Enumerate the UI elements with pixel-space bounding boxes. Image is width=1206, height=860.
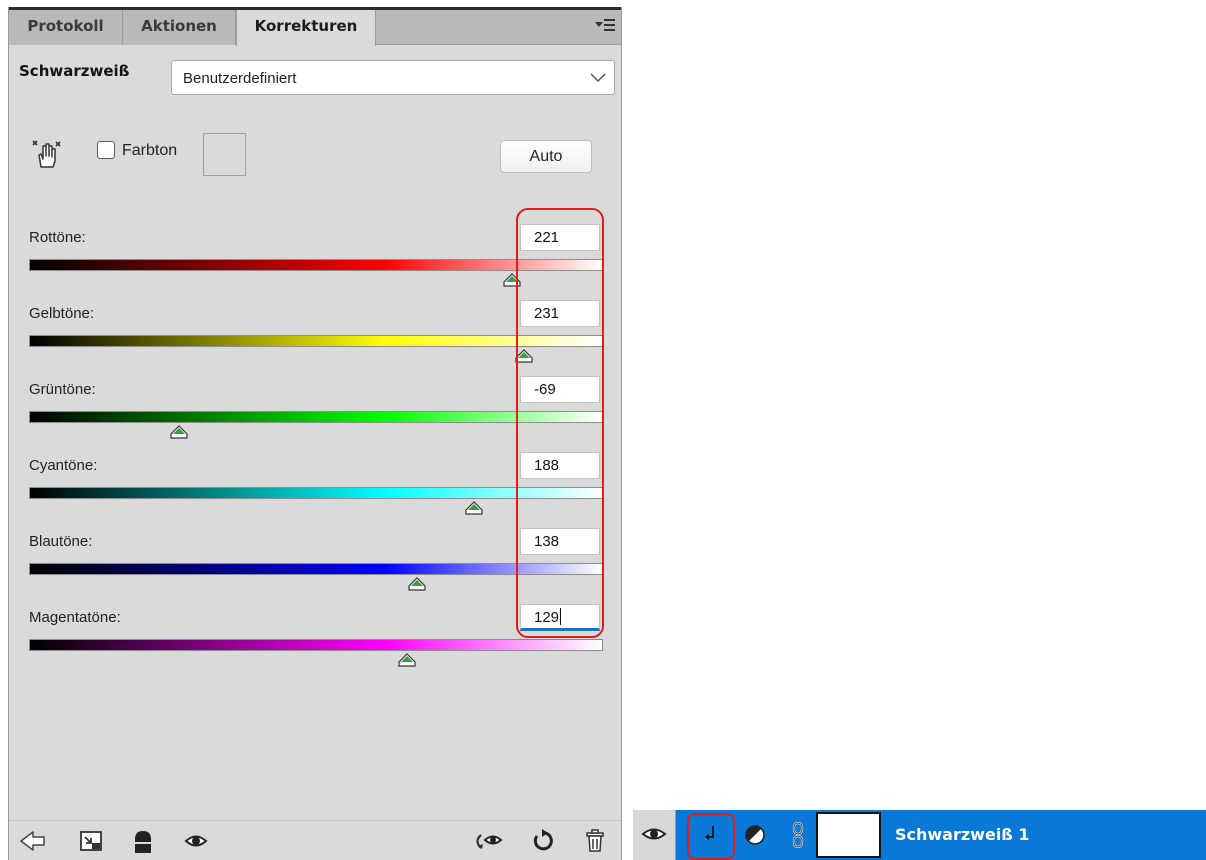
slider-label: Rottöne: <box>29 229 86 246</box>
value-fields-highlight <box>516 208 604 638</box>
layer-row[interactable]: Schwarzweiß 1 <box>633 810 1206 860</box>
chevron-down-icon <box>590 73 606 83</box>
tab-korrekturen[interactable]: Korrekturen <box>236 10 376 46</box>
preset-value: Benutzerdefiniert <box>183 70 297 87</box>
tint-checkbox[interactable] <box>97 141 115 159</box>
slider-label: Blautöne: <box>29 533 93 550</box>
clipping-indicator-highlight <box>687 813 735 860</box>
layer-visibility-toggle[interactable] <box>633 810 676 860</box>
slider-thumb[interactable] <box>398 653 416 667</box>
clip-to-layer-back-icon[interactable] <box>17 829 47 853</box>
adjustment-layer-icon <box>745 825 765 845</box>
panel-menu-icon[interactable] <box>595 16 617 36</box>
layer-name[interactable]: Schwarzweiß 1 <box>895 825 1030 844</box>
panel-tab-bar: Protokoll Aktionen Korrekturen <box>9 7 621 46</box>
mask-icon[interactable] <box>131 829 155 855</box>
slider-thumb[interactable] <box>170 425 188 439</box>
tint-label: Farbton <box>122 142 178 159</box>
slider-track[interactable] <box>29 639 603 651</box>
tab-aktionen[interactable]: Aktionen <box>123 10 236 45</box>
layer-mask-thumbnail[interactable] <box>816 812 881 858</box>
preset-dropdown[interactable]: Benutzerdefiniert <box>171 60 615 95</box>
adjustment-title: Schwarzweiß <box>19 62 130 80</box>
auto-button[interactable]: Auto <box>500 140 592 173</box>
slider-thumb[interactable] <box>408 577 426 591</box>
layer-view-icon[interactable] <box>79 829 105 853</box>
slider-thumb[interactable] <box>465 501 484 515</box>
visibility-eye-icon[interactable] <box>184 832 208 850</box>
targeted-adjustment-hand-icon[interactable] <box>29 137 65 173</box>
slider-label: Gelbtöne: <box>29 305 95 322</box>
trash-icon[interactable] <box>584 829 606 853</box>
tab-protokoll[interactable]: Protokoll <box>9 10 123 45</box>
previous-state-icon[interactable] <box>471 829 503 853</box>
slider-label: Magentatöne: <box>29 609 121 626</box>
tint-color-swatch[interactable] <box>203 133 246 176</box>
slider-label: Cyantöne: <box>29 457 98 474</box>
slider-label: Grüntöne: <box>29 381 96 398</box>
reset-icon[interactable] <box>531 829 555 853</box>
adjustments-panel: Protokoll Aktionen Korrekturen Schwarzwe… <box>8 7 622 860</box>
panel-footer <box>9 820 621 860</box>
link-chain-icon[interactable] <box>791 822 805 848</box>
eye-icon <box>641 828 667 840</box>
